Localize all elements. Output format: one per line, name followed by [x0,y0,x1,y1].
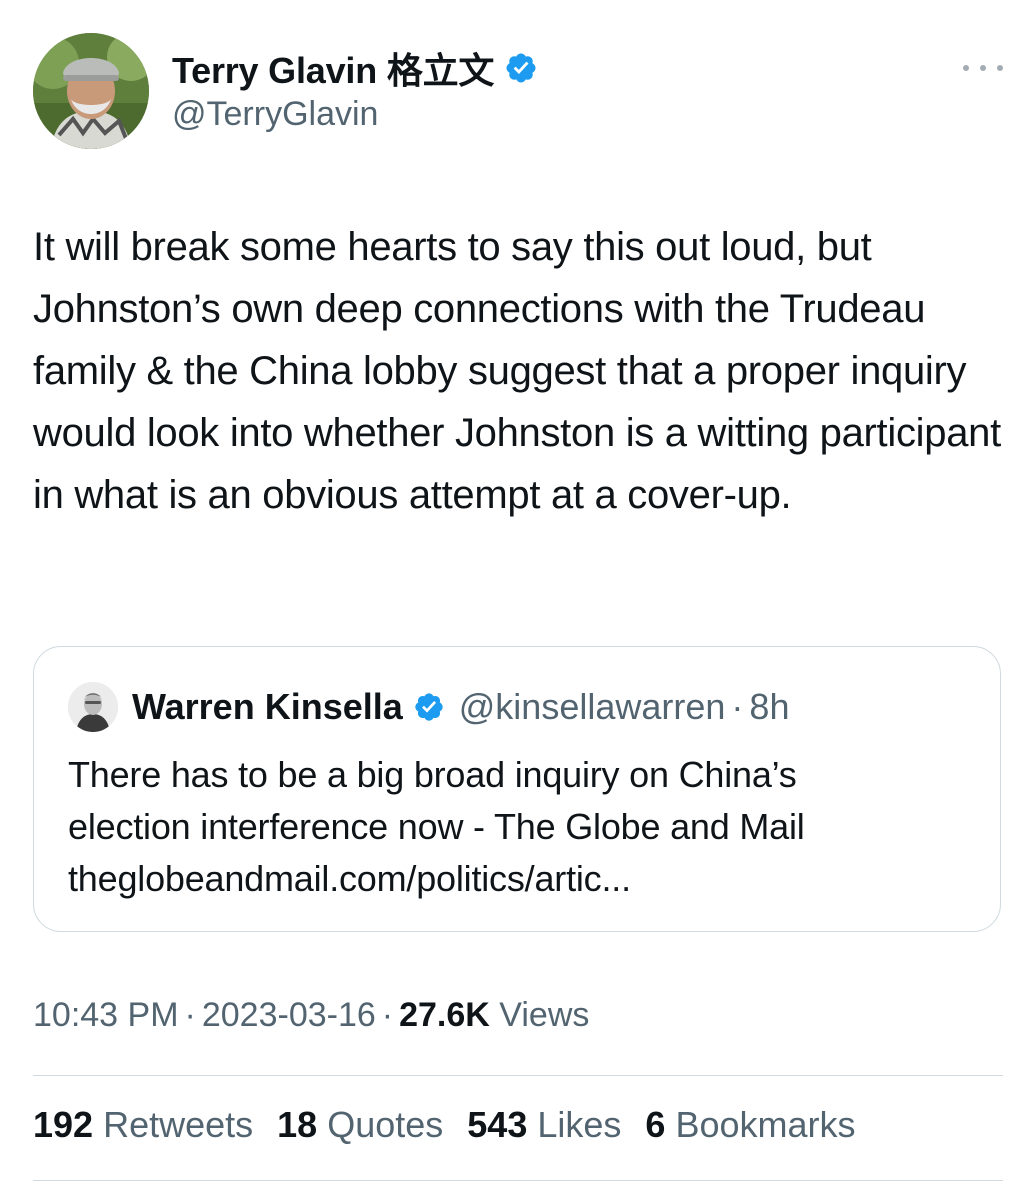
bookmarks-stat[interactable]: 6 Bookmarks [645,1104,855,1146]
separator-dot: · [731,686,744,727]
retweets-stat[interactable]: 192 Retweets [33,1104,253,1146]
stat-count: 543 [467,1104,528,1145]
quoted-text-line: There has to be a big broad inquiry on C… [68,754,797,795]
tweet-text: It will break some hearts to say this ou… [33,225,1001,517]
quotes-stat[interactable]: 18 Quotes [277,1104,443,1146]
more-dot [963,65,969,71]
author-avatar[interactable] [33,33,149,149]
author-display-name[interactable]: Terry Glavin 格立文 [172,42,494,94]
quoted-text-line: election interference now - The Globe an… [68,806,805,847]
quoted-tweet-time[interactable]: 8h [749,686,789,728]
stat-label: Quotes [327,1104,444,1145]
quoted-tweet-link[interactable]: theglobeandmail.com/politics/artic... [68,853,968,905]
separator-dot: · [184,996,196,1034]
views-count: 27.6K [399,996,490,1034]
divider [33,1180,1003,1181]
tweet-meta: 10:43 PM · 2023-03-16 · 27.6K Views [33,996,589,1035]
divider [33,1075,1003,1076]
stat-label: Bookmarks [675,1104,856,1145]
more-horizontal-icon[interactable] [963,53,1003,83]
quoted-author-avatar[interactable] [68,682,118,732]
stat-count: 18 [277,1104,318,1145]
engagement-stats: 192 Retweets 18 Quotes 543 Likes 6 Bookmarks [33,1104,880,1146]
quoted-tweet-text: There has to be a big broad inquiry on C… [68,749,968,905]
likes-stat[interactable]: 543 Likes [467,1104,621,1146]
more-dot [980,65,986,71]
stat-label: Likes [537,1104,622,1145]
verified-badge-icon [415,693,443,721]
quoted-author-name[interactable]: Warren Kinsella [132,686,403,728]
quoted-tweet-header: Warren Kinsella @kinsellawarren · 8h [68,682,789,732]
author-handle[interactable]: @TerryGlavin [172,95,378,134]
more-dot [997,65,1003,71]
quoted-tweet-card[interactable]: Warren Kinsella @kinsellawarren · 8h The… [33,646,1001,932]
author-name-row[interactable]: Terry Glavin 格立文 [172,45,538,91]
verified-badge-icon [506,53,536,83]
tweet-time[interactable]: 10:43 PM [33,996,179,1034]
separator-dot: · [381,996,394,1034]
tweet-header: Terry Glavin 格立文 @TerryGlavin [33,33,1003,151]
tweet-date[interactable]: 2023-03-16 [202,996,376,1034]
stat-count: 6 [645,1104,666,1145]
views-label: Views [499,996,590,1034]
quoted-author-handle[interactable]: @kinsellawarren [459,686,726,728]
stat-count: 192 [33,1104,94,1145]
stat-label: Retweets [103,1104,254,1145]
